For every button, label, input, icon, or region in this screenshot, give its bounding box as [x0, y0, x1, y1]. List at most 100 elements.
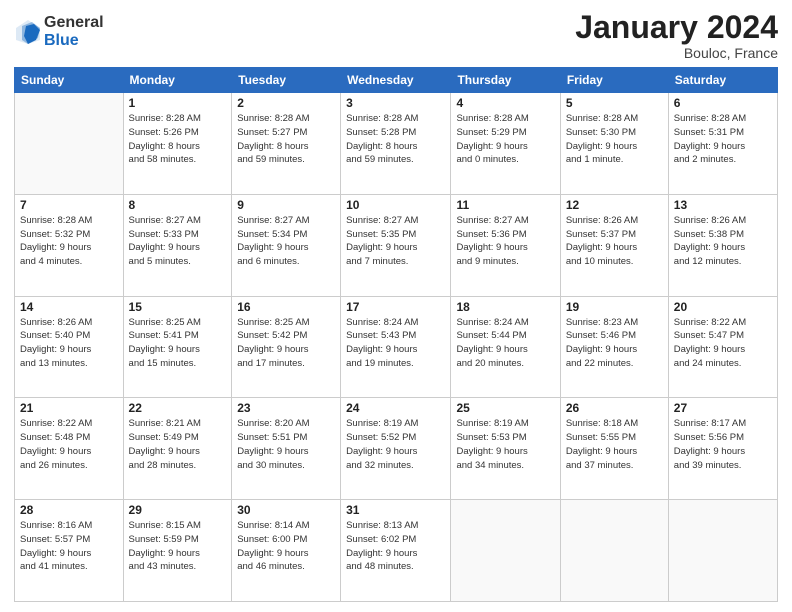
day-number: 25 [456, 401, 554, 415]
calendar-cell: 31Sunrise: 8:13 AM Sunset: 6:02 PM Dayli… [341, 500, 451, 602]
calendar-cell [451, 500, 560, 602]
day-info: Sunrise: 8:28 AM Sunset: 5:28 PM Dayligh… [346, 112, 445, 167]
day-info: Sunrise: 8:28 AM Sunset: 5:29 PM Dayligh… [456, 112, 554, 167]
calendar-cell: 27 Sunrise: 8:17 AM Sunset: 5:56 PM Dayli… [668, 398, 777, 500]
calendar-cell: 8Sunrise: 8:27 AM Sunset: 5:33 PM Daylig… [123, 194, 232, 296]
calendar-cell: 7 Sunrise: 8:28 AM Sunset: 5:32 PM Daylig… [15, 194, 124, 296]
calendar-cell: 21Sunrise: 8:22 AM Sunset: 5:48 PM Dayli… [15, 398, 124, 500]
day-info: Sunrise: 8:28 AM Sunset: 5:27 PM Dayligh… [237, 112, 335, 167]
calendar-cell: 4 Sunrise: 8:28 AM Sunset: 5:29 PM Daylig… [451, 93, 560, 195]
calendar-week-row: 21Sunrise: 8:22 AM Sunset: 5:48 PM Dayli… [15, 398, 778, 500]
calendar-week-row: 1Sunrise: 8:28 AM Sunset: 5:26 PM Daylig… [15, 93, 778, 195]
calendar-cell: 16Sunrise: 8:25 AM Sunset: 5:42 PM Dayli… [232, 296, 341, 398]
day-number: 9 [237, 198, 335, 212]
col-monday: Monday [123, 68, 232, 93]
logo-blue-text: Blue [44, 32, 104, 50]
day-number: 5 [566, 96, 663, 110]
calendar-header-row: Sunday Monday Tuesday Wednesday Thursday… [15, 68, 778, 93]
calendar-cell: 1Sunrise: 8:28 AM Sunset: 5:26 PM Daylig… [123, 93, 232, 195]
day-info: Sunrise: 8:26 AM Sunset: 5:38 PM Dayligh… [674, 214, 772, 269]
calendar-week-row: 14 Sunrise: 8:26 AM Sunset: 5:40 PM Dayli… [15, 296, 778, 398]
calendar-cell: 3Sunrise: 8:28 AM Sunset: 5:28 PM Daylig… [341, 93, 451, 195]
calendar-week-row: 7 Sunrise: 8:28 AM Sunset: 5:32 PM Daylig… [15, 194, 778, 296]
calendar-cell: 23 Sunrise: 8:20 AM Sunset: 5:51 PM Dayli… [232, 398, 341, 500]
day-info: Sunrise: 8:27 AM Sunset: 5:34 PM Dayligh… [237, 214, 335, 269]
day-info: Sunrise: 8:19 AM Sunset: 5:53 PM Dayligh… [456, 417, 554, 472]
day-number: 1 [129, 96, 227, 110]
logo: General Blue [14, 14, 104, 49]
day-info: Sunrise: 8:22 AM Sunset: 5:48 PM Dayligh… [20, 417, 118, 472]
day-number: 18 [456, 300, 554, 314]
calendar-cell: 18 Sunrise: 8:24 AM Sunset: 5:44 PM Dayli… [451, 296, 560, 398]
day-info: Sunrise: 8:28 AM Sunset: 5:30 PM Dayligh… [566, 112, 663, 167]
location: Bouloc, France [575, 45, 778, 61]
day-number: 12 [566, 198, 663, 212]
col-sunday: Sunday [15, 68, 124, 93]
day-number: 27 [674, 401, 772, 415]
col-thursday: Thursday [451, 68, 560, 93]
calendar-cell [15, 93, 124, 195]
day-info: Sunrise: 8:14 AM Sunset: 6:00 PM Dayligh… [237, 519, 335, 574]
day-number: 30 [237, 503, 335, 517]
day-number: 20 [674, 300, 772, 314]
day-number: 14 [20, 300, 118, 314]
day-info: Sunrise: 8:28 AM Sunset: 5:32 PM Dayligh… [20, 214, 118, 269]
col-tuesday: Tuesday [232, 68, 341, 93]
day-info: Sunrise: 8:21 AM Sunset: 5:49 PM Dayligh… [129, 417, 227, 472]
title-block: January 2024 Bouloc, France [575, 10, 778, 61]
day-info: Sunrise: 8:25 AM Sunset: 5:41 PM Dayligh… [129, 316, 227, 371]
day-info: Sunrise: 8:15 AM Sunset: 5:59 PM Dayligh… [129, 519, 227, 574]
day-number: 24 [346, 401, 445, 415]
day-number: 19 [566, 300, 663, 314]
day-number: 22 [129, 401, 227, 415]
day-number: 2 [237, 96, 335, 110]
day-info: Sunrise: 8:24 AM Sunset: 5:43 PM Dayligh… [346, 316, 445, 371]
calendar-cell: 2 Sunrise: 8:28 AM Sunset: 5:27 PM Daylig… [232, 93, 341, 195]
day-info: Sunrise: 8:16 AM Sunset: 5:57 PM Dayligh… [20, 519, 118, 574]
calendar-cell: 13Sunrise: 8:26 AM Sunset: 5:38 PM Dayli… [668, 194, 777, 296]
day-number: 10 [346, 198, 445, 212]
calendar-cell [560, 500, 668, 602]
logo-icon [14, 18, 42, 46]
calendar-cell: 22 Sunrise: 8:21 AM Sunset: 5:49 PM Dayli… [123, 398, 232, 500]
calendar-cell: 26 Sunrise: 8:18 AM Sunset: 5:55 PM Dayli… [560, 398, 668, 500]
calendar-cell: 10Sunrise: 8:27 AM Sunset: 5:35 PM Dayli… [341, 194, 451, 296]
calendar-cell: 28 Sunrise: 8:16 AM Sunset: 5:57 PM Dayli… [15, 500, 124, 602]
day-info: Sunrise: 8:22 AM Sunset: 5:47 PM Dayligh… [674, 316, 772, 371]
calendar-cell: 14 Sunrise: 8:26 AM Sunset: 5:40 PM Dayli… [15, 296, 124, 398]
calendar-cell: 5 Sunrise: 8:28 AM Sunset: 5:30 PM Daylig… [560, 93, 668, 195]
calendar-cell: 11Sunrise: 8:27 AM Sunset: 5:36 PM Dayli… [451, 194, 560, 296]
day-info: Sunrise: 8:26 AM Sunset: 5:37 PM Dayligh… [566, 214, 663, 269]
col-saturday: Saturday [668, 68, 777, 93]
calendar-cell: 9 Sunrise: 8:27 AM Sunset: 5:34 PM Daylig… [232, 194, 341, 296]
day-number: 28 [20, 503, 118, 517]
calendar-cell: 15 Sunrise: 8:25 AM Sunset: 5:41 PM Dayli… [123, 296, 232, 398]
day-info: Sunrise: 8:27 AM Sunset: 5:36 PM Dayligh… [456, 214, 554, 269]
day-number: 4 [456, 96, 554, 110]
day-info: Sunrise: 8:17 AM Sunset: 5:56 PM Dayligh… [674, 417, 772, 472]
calendar-cell: 20 Sunrise: 8:22 AM Sunset: 5:47 PM Dayli… [668, 296, 777, 398]
day-info: Sunrise: 8:20 AM Sunset: 5:51 PM Dayligh… [237, 417, 335, 472]
calendar-cell [668, 500, 777, 602]
col-wednesday: Wednesday [341, 68, 451, 93]
day-number: 17 [346, 300, 445, 314]
day-number: 23 [237, 401, 335, 415]
header: General Blue January 2024 Bouloc, France [14, 10, 778, 61]
day-number: 6 [674, 96, 772, 110]
day-info: Sunrise: 8:18 AM Sunset: 5:55 PM Dayligh… [566, 417, 663, 472]
calendar-cell: 25 Sunrise: 8:19 AM Sunset: 5:53 PM Dayli… [451, 398, 560, 500]
day-info: Sunrise: 8:26 AM Sunset: 5:40 PM Dayligh… [20, 316, 118, 371]
day-info: Sunrise: 8:24 AM Sunset: 5:44 PM Dayligh… [456, 316, 554, 371]
calendar-week-row: 28 Sunrise: 8:16 AM Sunset: 5:57 PM Dayli… [15, 500, 778, 602]
day-number: 8 [129, 198, 227, 212]
day-number: 26 [566, 401, 663, 415]
logo-text: General Blue [44, 14, 104, 49]
day-number: 7 [20, 198, 118, 212]
day-number: 31 [346, 503, 445, 517]
calendar-cell: 6Sunrise: 8:28 AM Sunset: 5:31 PM Daylig… [668, 93, 777, 195]
day-info: Sunrise: 8:25 AM Sunset: 5:42 PM Dayligh… [237, 316, 335, 371]
calendar-cell: 17 Sunrise: 8:24 AM Sunset: 5:43 PM Dayli… [341, 296, 451, 398]
day-number: 29 [129, 503, 227, 517]
day-number: 15 [129, 300, 227, 314]
calendar-cell: 29 Sunrise: 8:15 AM Sunset: 5:59 PM Dayli… [123, 500, 232, 602]
